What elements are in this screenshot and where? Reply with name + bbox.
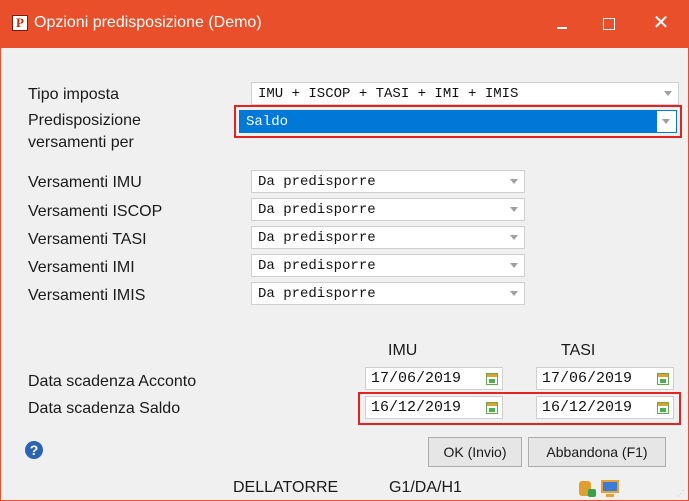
versamenti-imi-label: Versamenti IMI [28, 259, 135, 276]
abbandona-button[interactable]: Abbandona (F1) [528, 437, 666, 467]
versamenti-imi-select[interactable]: Da predisporre [251, 254, 525, 277]
resize-grip-icon[interactable]: ⋰ [677, 489, 685, 498]
calendar-icon[interactable] [486, 373, 498, 385]
close-button[interactable]: ✕ [638, 1, 684, 47]
versamenti-tasi-label: Versamenti TASI [28, 231, 147, 248]
ok-button[interactable]: OK (Invio) [428, 437, 522, 467]
close-icon: ✕ [652, 12, 670, 34]
status-user: DELLATORRE [233, 479, 339, 496]
versamenti-iscop-value: Da predisporre [258, 202, 376, 218]
predisposizione-label-line2: versamenti per [28, 134, 134, 151]
column-header-imu: IMU [388, 342, 418, 359]
minimize-icon [557, 26, 567, 29]
tipo-imposta-value: IMU + ISCOP + TASI + IMI + IMIS [258, 86, 519, 102]
chevron-down-icon [510, 263, 518, 268]
dialog-window: P Opzioni predisposizione (Demo) ✕ Tipo … [0, 0, 689, 501]
monitor-icon [601, 480, 619, 493]
app-logo-icon: P [12, 15, 28, 31]
column-header-tasi: TASI [561, 342, 596, 359]
versamenti-imu-label: Versamenti IMU [28, 174, 142, 191]
title-bar[interactable]: P Opzioni predisposizione (Demo) ✕ [1, 1, 688, 48]
versamenti-iscop-select[interactable]: Da predisporre [251, 198, 525, 221]
versamenti-imis-select[interactable]: Da predisporre [251, 282, 525, 305]
status-code: G1/DA/H1 [389, 479, 462, 496]
maximize-button[interactable] [586, 1, 632, 47]
maximize-icon [603, 17, 615, 30]
window-title: Opzioni predisposizione (Demo) [34, 14, 262, 31]
chevron-down-icon [510, 235, 518, 240]
monitor-stand-icon [606, 494, 614, 497]
tipo-imposta-select[interactable]: IMU + ISCOP + TASI + IMI + IMIS [251, 82, 679, 105]
check-icon [588, 489, 596, 497]
versamenti-tasi-select[interactable]: Da predisporre [251, 226, 525, 249]
help-icon[interactable]: ? [25, 441, 43, 459]
chevron-down-icon [664, 91, 672, 96]
tipo-imposta-label: Tipo imposta [28, 86, 119, 103]
versamenti-tasi-value: Da predisporre [258, 230, 376, 246]
minimize-button[interactable] [539, 1, 585, 47]
acconto-imu-date-field[interactable]: 17/06/2019 [365, 367, 503, 390]
chevron-down-icon [510, 179, 518, 184]
predisposizione-label-line1: Predisposizione [28, 112, 141, 129]
acconto-tasi-date-field[interactable]: 17/06/2019 [536, 367, 674, 390]
saldo-label: Data scadenza Saldo [28, 400, 181, 417]
versamenti-imi-value: Da predisporre [258, 258, 376, 274]
chevron-down-icon [510, 207, 518, 212]
acconto-label: Data scadenza Acconto [28, 373, 197, 390]
versamenti-imu-value: Da predisporre [258, 174, 376, 190]
highlight-box-saldo-dates [358, 392, 681, 425]
calendar-icon[interactable] [657, 373, 669, 385]
acconto-tasi-date: 17/06/2019 [542, 370, 633, 387]
versamenti-iscop-label: Versamenti ISCOP [28, 203, 163, 220]
acconto-imu-date: 17/06/2019 [371, 370, 462, 387]
versamenti-imis-label: Versamenti IMIS [28, 287, 146, 304]
versamenti-imis-value: Da predisporre [258, 286, 376, 302]
chevron-down-icon [510, 291, 518, 296]
versamenti-imu-select[interactable]: Da predisporre [251, 170, 525, 193]
highlight-box-predisposizione [234, 105, 682, 138]
